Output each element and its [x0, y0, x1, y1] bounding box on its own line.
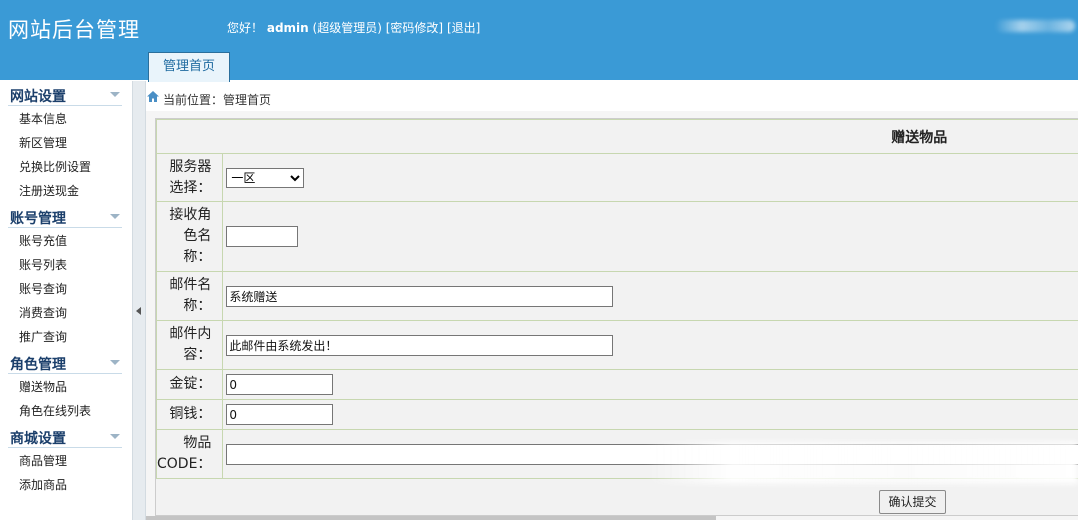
item-code-label-line: 物品 [183, 435, 212, 451]
role-row: 接收角 色名 称： [155, 201, 1078, 272]
sidebar-item-new-zone[interactable]: 新区管理 [0, 131, 132, 155]
mail-name-label: 邮件名 称： [155, 271, 223, 321]
server-label-line: 服务器 [169, 158, 212, 175]
site-title: 网站后台管理 [8, 18, 140, 42]
copper-label: 铜钱： [155, 399, 223, 430]
user-bar: 您好！ admin (超级管理员) [密码修改] [退出] [227, 19, 480, 36]
mail-name-cell [222, 271, 1078, 321]
mail-content-label-line: 容： [183, 347, 212, 363]
sidebar-item-online-roles[interactable]: 角色在线列表 [0, 399, 132, 423]
mail-content-input[interactable] [226, 334, 614, 356]
mail-content-label-line: 邮件内 [169, 326, 212, 342]
sidebar-item-account-query[interactable]: 账号查询 [0, 277, 132, 301]
copper-row: 铜钱： [155, 399, 1078, 430]
divider [8, 373, 122, 374]
item-code-label: 物品 CODE： [155, 429, 223, 479]
sidebar-heading[interactable]: 网站设置 [10, 86, 66, 106]
sidebar-item-add-product[interactable]: 添加商品 [0, 473, 132, 497]
sidebar-heading[interactable]: 商城设置 [10, 428, 66, 448]
triangle-left-icon[interactable] [136, 307, 141, 315]
mail-name-label-line: 邮件名 [169, 277, 212, 293]
role-text: (超级管理员) [312, 21, 382, 35]
greeting-text: 您好！ [227, 21, 264, 35]
server-row: 服务器 选择： 一区 [155, 153, 1078, 202]
role-label-line: 色名 [183, 228, 212, 244]
mail-content-cell [222, 320, 1078, 370]
chevron-down-icon[interactable] [110, 214, 120, 219]
breadcrumb-text: 当前位置：管理首页 [163, 93, 272, 107]
gift-form-table: 赠送物品 服务器 选择： 一区 接收角 色名 称： 邮件名 称： 系统赠送 邮件… [155, 119, 1078, 479]
copper-cell [222, 399, 1078, 430]
gold-label: 金锭： [155, 369, 223, 400]
sidebar-item-gift-items[interactable]: 赠送物品 [0, 375, 132, 399]
chevron-down-icon[interactable] [110, 360, 120, 365]
role-label-line: 称： [183, 249, 212, 265]
home-icon [147, 91, 159, 102]
copper-input[interactable] [226, 404, 334, 425]
breadcrumb: 当前位置：管理首页 [146, 85, 1078, 111]
sidebar-section-roles[interactable]: 角色管理 [0, 349, 132, 375]
item-code-label-line: CODE： [157, 456, 212, 472]
role-cell [222, 201, 1078, 272]
sidebar-item-basic-info[interactable]: 基本信息 [0, 107, 132, 131]
username: admin [266, 21, 309, 35]
horizontal-scrollbar[interactable] [146, 516, 716, 520]
mail-content-label: 邮件内 容： [155, 320, 223, 370]
sidebar-section-shop[interactable]: 商城设置 [0, 423, 132, 449]
blurred-watermark-area [645, 442, 1078, 484]
mail-name-label-line: 称： [183, 298, 212, 314]
sidebar-item-account-recharge[interactable]: 账号充值 [0, 229, 132, 253]
server-select[interactable]: 一区 [226, 167, 305, 188]
sidebar-item-promotion-query[interactable]: 推广查询 [0, 325, 132, 349]
change-password-link[interactable]: [密码修改] [386, 21, 443, 35]
blurred-header-area [995, 20, 1075, 32]
top-header: 网站后台管理 您好！ admin (超级管理员) [密码修改] [退出] 管理首… [0, 0, 1078, 82]
server-label: 服务器 选择： [155, 153, 223, 202]
form-caption: 赠送物品 [156, 119, 1078, 154]
mail-content-row: 邮件内 容： [155, 320, 1078, 370]
sidebar-item-product-management[interactable]: 商品管理 [0, 449, 132, 473]
sidebar-section-site-settings[interactable]: 网站设置 [0, 81, 132, 107]
server-cell: 一区 [222, 153, 1078, 202]
sidebar-splitter[interactable] [132, 81, 146, 520]
sidebar-item-consumption-query[interactable]: 消费查询 [0, 301, 132, 325]
divider [8, 447, 122, 448]
chevron-down-icon[interactable] [110, 92, 120, 97]
gold-input[interactable] [226, 374, 334, 395]
divider [8, 227, 122, 228]
role-label: 接收角 色名 称： [155, 201, 223, 272]
sidebar-section-accounts[interactable]: 账号管理 [0, 203, 132, 229]
chevron-down-icon[interactable] [110, 434, 120, 439]
gold-cell [222, 369, 1078, 400]
logout-link[interactable]: [退出] [447, 21, 480, 35]
mail-name-row: 邮件名 称： [155, 271, 1078, 321]
sidebar-item-register-cash[interactable]: 注册送现金 [0, 179, 132, 203]
sidebar-heading[interactable]: 账号管理 [10, 208, 66, 228]
sidebar-heading[interactable]: 角色管理 [10, 354, 66, 374]
submit-button[interactable]: 确认提交 [879, 490, 946, 514]
server-label-line: 选择： [169, 179, 212, 196]
sidebar-item-account-list[interactable]: 账号列表 [0, 253, 132, 277]
gold-row: 金锭： [155, 369, 1078, 400]
sidebar: 网站设置 基本信息 新区管理 兑换比例设置 注册送现金 账号管理 账号充值 账号… [0, 81, 132, 520]
tab-home[interactable]: 管理首页 [148, 52, 230, 82]
sidebar-item-exchange-ratio[interactable]: 兑换比例设置 [0, 155, 132, 179]
mail-name-input[interactable] [226, 285, 614, 307]
divider [8, 105, 122, 106]
role-label-line: 接收角 [169, 207, 212, 223]
form-caption-row: 赠送物品 [156, 119, 1078, 154]
role-name-input[interactable] [226, 226, 299, 247]
